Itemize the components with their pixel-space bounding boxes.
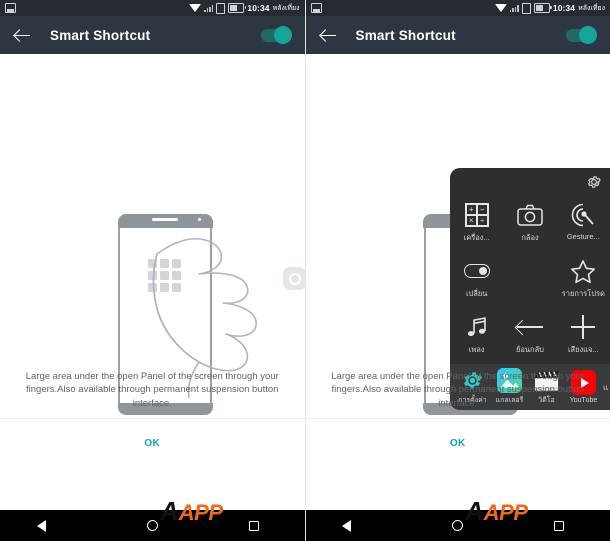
- nav-home-icon[interactable]: [452, 520, 464, 531]
- left-screen: 10:34 หลังเที่ยง Smart Shortcut Large ar…: [0, 0, 305, 541]
- wifi-icon: [189, 4, 202, 12]
- screenshot-icon: [5, 3, 16, 13]
- gear-icon[interactable]: [586, 174, 602, 190]
- ok-button[interactable]: OK: [306, 438, 610, 449]
- floating-button-ring: [288, 272, 301, 285]
- shortcut-grid: + − × ÷ เครื่อง... กล้อง Gesture... เปลี…: [450, 196, 610, 364]
- shortcut-item-music[interactable]: เพลง: [450, 308, 503, 364]
- shortcut-item-camera[interactable]: กล้อง: [503, 196, 556, 252]
- status-bar-left: [310, 3, 322, 13]
- sim-icon: [216, 2, 226, 14]
- dual-screenshot-stage: 10:34 หลังเที่ยง Smart Shortcut Large ar…: [0, 0, 610, 541]
- status-bar: 10:34 หลังเที่ยง: [305, 0, 610, 16]
- music-note-icon: [465, 313, 489, 341]
- right-screen: 10:34 หลังเที่ยง Smart Shortcut + − × ÷ …: [304, 0, 610, 541]
- page-title: Smart Shortcut: [50, 27, 151, 43]
- nav-bar: [305, 510, 610, 541]
- back-arrow-icon[interactable]: [14, 26, 32, 44]
- shortcut-item-favorites[interactable]: รายการโปรด: [557, 252, 610, 308]
- shortcut-label: Gesture...: [566, 232, 600, 241]
- floating-button[interactable]: [283, 267, 305, 290]
- shortcut-item-gesture[interactable]: Gesture...: [557, 196, 610, 252]
- footer-divider: [0, 418, 305, 419]
- toggle-knob: [579, 26, 597, 44]
- nav-back-icon[interactable]: [36, 519, 56, 532]
- nav-recents-icon[interactable]: [554, 520, 565, 531]
- plus-icon: [571, 313, 596, 341]
- toggle-icon: [463, 257, 490, 285]
- ok-button[interactable]: OK: [0, 438, 305, 449]
- smart-shortcut-toggle[interactable]: [566, 26, 597, 44]
- star-icon: [570, 257, 596, 285]
- shortcut-item-back[interactable]: ย้อนกลับ: [503, 308, 556, 364]
- nav-home-icon[interactable]: [146, 520, 158, 531]
- status-time: 10:34: [552, 2, 576, 13]
- shortcut-item-toggle[interactable]: เปลี่ยน: [450, 252, 503, 308]
- left-content: Large area under the open Panel of the s…: [0, 54, 305, 479]
- calculator-icon: + − × ÷: [464, 201, 489, 229]
- shortcut-label: เครื่อง...: [463, 233, 490, 242]
- status-period: หลังเที่ยง: [272, 4, 300, 12]
- signal-icon: [204, 4, 214, 12]
- status-bar-left: [5, 3, 16, 13]
- smart-shortcut-toggle[interactable]: [260, 26, 292, 44]
- shortcut-label: เปลี่ยน: [465, 289, 488, 298]
- status-period: หลังเที่ยง: [578, 4, 605, 12]
- shortcut-item-blank: [503, 252, 556, 308]
- shortcut-label: เสียงแจ...: [567, 345, 599, 354]
- toggle-knob: [273, 26, 292, 44]
- shortcut-label: เพลง: [468, 345, 485, 354]
- shortcut-label: กล้อง: [521, 233, 539, 242]
- shortcut-label: รายการโปรด: [561, 289, 605, 298]
- gesture-icon: [570, 201, 596, 229]
- page-title: Smart Shortcut: [355, 27, 456, 43]
- status-bar-right: 10:34 หลังเที่ยง: [494, 2, 605, 14]
- signal-icon: [509, 4, 519, 12]
- status-bar: 10:34 หลังเที่ยง: [0, 0, 305, 16]
- shortcut-item-calculator[interactable]: + − × ÷ เครื่อง...: [450, 196, 503, 252]
- app-bar: Smart Shortcut: [0, 16, 305, 54]
- nav-recents-icon[interactable]: [248, 520, 259, 531]
- wifi-icon: [494, 4, 507, 12]
- status-time: 10:34: [247, 2, 270, 13]
- nav-back-icon[interactable]: [342, 519, 361, 532]
- battery-icon: [533, 3, 552, 13]
- shortcut-item-add[interactable]: เสียงแจ...: [557, 308, 610, 364]
- app-bar: Smart Shortcut: [305, 16, 610, 54]
- back-arrow-icon: [516, 313, 543, 341]
- right-content: + − × ÷ เครื่อง... กล้อง Gesture... เปลี…: [305, 54, 610, 479]
- battery-icon: [228, 3, 247, 13]
- screenshot-icon: [310, 3, 322, 13]
- description-text: Large area under the open Panel of the s…: [331, 370, 585, 410]
- back-arrow-icon[interactable]: [320, 26, 338, 44]
- description-text: Large area under the open Panel of the s…: [25, 370, 279, 410]
- nav-bar: [0, 510, 305, 541]
- shortcut-label: ย้อนกลับ: [516, 345, 544, 354]
- status-bar-right: 10:34 หลังเที่ยง: [189, 2, 300, 14]
- sim-icon: [521, 2, 531, 14]
- camera-icon: [517, 201, 543, 229]
- footer-divider: [305, 418, 610, 419]
